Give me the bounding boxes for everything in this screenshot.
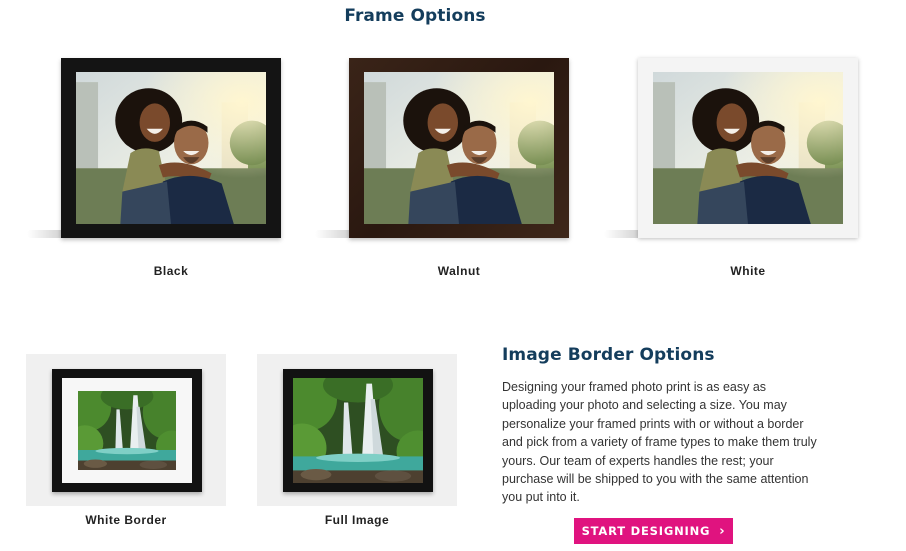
border-label-full-image: Full Image [324,513,390,527]
frame-option-black[interactable] [27,58,281,238]
full-image-frame-image [283,369,433,492]
white-mat [62,378,192,483]
frame-option-walnut[interactable] [315,58,569,238]
white-border-frame-image [52,369,202,492]
chevron-right-icon: › [719,523,726,539]
start-designing-button[interactable]: START DESIGNING › [574,518,733,544]
frame-options-title: Frame Options [344,6,486,26]
border-option-full-image[interactable] [257,354,457,506]
waterfall-photo [293,378,423,483]
start-designing-label: START DESIGNING [581,524,711,538]
image-border-options-title: Image Border Options [502,345,715,365]
frame-label-white: White [730,264,766,278]
border-label-white-border: White Border [85,513,167,527]
border-options-description: Designing your framed photo print is as … [502,380,817,505]
couple-photo [364,72,554,224]
frame-label-black: Black [153,264,189,278]
frame-label-walnut: Walnut [437,264,481,278]
couple-photo [653,72,843,224]
border-option-white-border[interactable] [26,354,226,506]
frame-shadow [604,230,640,238]
frame-shadow [315,230,351,238]
walnut-frame-image [349,58,569,238]
frame-shadow [27,230,63,238]
waterfall-photo [78,391,176,470]
couple-photo [76,72,266,224]
frame-option-white[interactable] [604,58,858,238]
white-frame-image [638,58,858,238]
black-frame-image [61,58,281,238]
